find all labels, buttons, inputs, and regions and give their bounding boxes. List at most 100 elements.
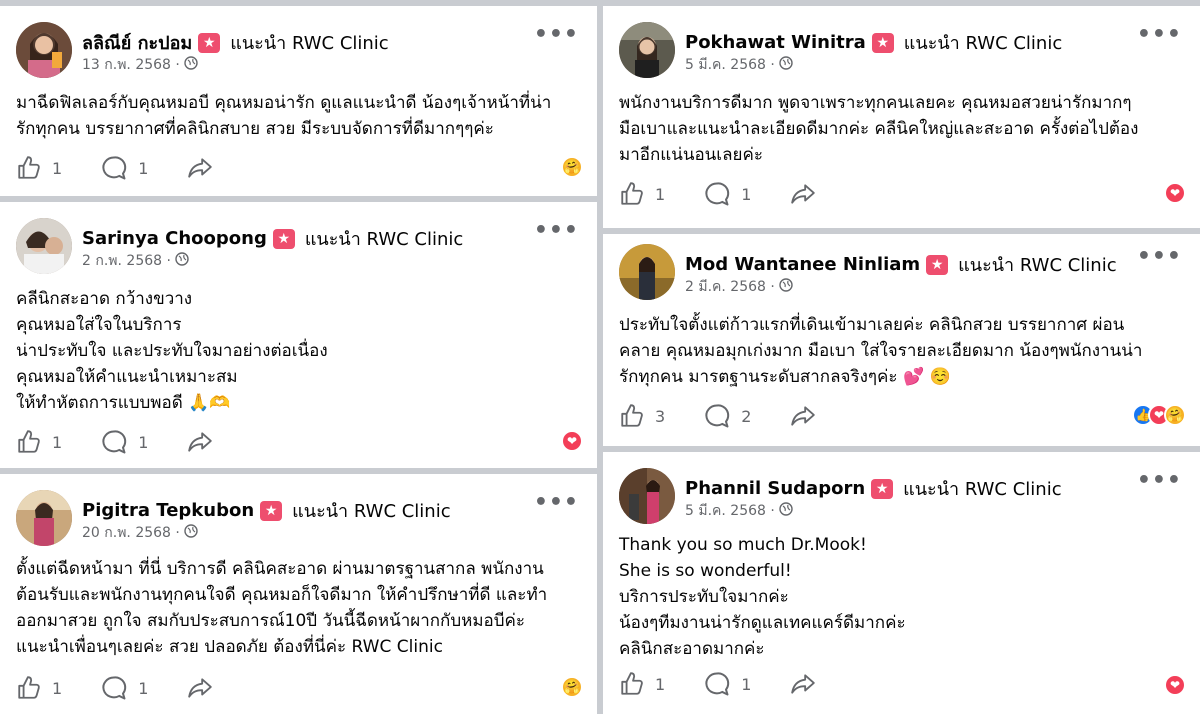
action-bar: 3 2: [619, 402, 855, 430]
share-button[interactable]: [789, 671, 817, 697]
recommend-label[interactable]: แนะนำ RWC Clinic: [958, 250, 1116, 279]
post-header: Mod Wantanee Ninliam ★ แนะนำ RWC Clinic: [685, 250, 1117, 279]
more-options-icon[interactable]: •••: [1137, 22, 1182, 47]
love-reaction-icon: ❤: [1164, 674, 1186, 696]
care-reaction-icon: 🤗: [561, 156, 583, 178]
more-options-icon[interactable]: •••: [534, 22, 579, 47]
avatar[interactable]: [619, 22, 675, 78]
post-date[interactable]: 2 มี.ค. 2568 ·: [685, 276, 775, 298]
comment-button[interactable]: 1: [703, 670, 751, 698]
author-name[interactable]: Pokhawat Winitra: [685, 32, 866, 53]
share-icon: [188, 678, 213, 698]
more-options-icon[interactable]: •••: [534, 490, 579, 515]
action-bar: 1 1: [16, 428, 252, 456]
avatar[interactable]: [619, 244, 675, 300]
reaction-summary[interactable]: 🤗: [561, 676, 583, 698]
author-name[interactable]: Sarinya Choopong: [82, 228, 267, 249]
like-count: 1: [52, 678, 63, 698]
more-options-icon[interactable]: •••: [1137, 244, 1182, 269]
avatar[interactable]: [16, 490, 72, 546]
like-button[interactable]: 1: [16, 429, 62, 455]
like-button[interactable]: 1: [16, 675, 62, 701]
thumbs-up-icon: [18, 676, 40, 699]
comment-icon: [705, 672, 730, 696]
comment-count: 1: [741, 674, 752, 694]
globe-icon: [184, 56, 198, 74]
comment-count: 1: [138, 678, 149, 698]
post-header: Pokhawat Winitra ★ แนะนำ RWC Clinic: [685, 28, 1062, 57]
post-header: Sarinya Choopong ★ แนะนำ RWC Clinic: [82, 224, 463, 253]
post-date[interactable]: 5 มี.ค. 2568 ·: [685, 54, 775, 76]
avatar[interactable]: [619, 468, 675, 524]
post-header: Phannil Sudaporn ★ แนะนำ RWC Clinic: [685, 474, 1062, 503]
more-options-icon[interactable]: •••: [1137, 468, 1182, 493]
globe-icon: [779, 56, 793, 74]
love-reaction-icon: ❤: [561, 430, 583, 452]
review-card: ลลิณีย์ กะปอม ★ แนะนำ RWC Clinic 13 ก.พ.…: [0, 6, 597, 196]
recommend-label[interactable]: แนะนำ RWC Clinic: [305, 224, 463, 253]
post-date[interactable]: 13 ก.พ. 2568 ·: [82, 54, 180, 76]
share-button[interactable]: [789, 181, 817, 207]
action-bar: 1 1: [16, 154, 252, 182]
share-icon: [188, 158, 213, 178]
share-button[interactable]: [789, 403, 817, 429]
review-text: ตั้งแต่ฉีดหน้ามา ที่นี่ บริการดี คลินิคส…: [16, 559, 548, 657]
recommend-badge-icon: ★: [871, 478, 894, 499]
post-meta: 5 มี.ค. 2568 ·: [685, 54, 793, 76]
recommend-label[interactable]: แนะนำ RWC Clinic: [904, 28, 1062, 57]
recommend-label[interactable]: แนะนำ RWC Clinic: [292, 496, 450, 525]
post-date[interactable]: 5 มี.ค. 2568 ·: [685, 500, 775, 522]
comment-button[interactable]: 1: [703, 180, 751, 208]
review-card: Phannil Sudaporn ★ แนะนำ RWC Clinic 5 มี…: [603, 452, 1200, 714]
post-header: ลลิณีย์ กะปอม ★ แนะนำ RWC Clinic: [82, 28, 389, 57]
like-button[interactable]: 3: [619, 403, 665, 429]
comment-button[interactable]: 1: [100, 154, 148, 182]
like-count: 1: [655, 674, 666, 694]
reaction-summary[interactable]: 👍 ❤ 🤗: [1132, 404, 1186, 426]
review-card: Pokhawat Winitra ★ แนะนำ RWC Clinic 5 มี…: [603, 6, 1200, 228]
share-icon: [791, 406, 816, 426]
share-icon: [791, 674, 816, 694]
share-button[interactable]: [186, 429, 214, 455]
like-button[interactable]: 1: [619, 671, 665, 697]
action-bar: 1 1: [16, 674, 252, 702]
recommend-label[interactable]: แนะนำ RWC Clinic: [903, 474, 1061, 503]
recommend-badge-icon: ★: [260, 500, 283, 521]
comment-button[interactable]: 1: [100, 428, 148, 456]
post-meta: 5 มี.ค. 2568 ·: [685, 500, 793, 522]
thumbs-up-icon: [18, 430, 40, 453]
reaction-summary[interactable]: ❤: [1164, 674, 1186, 696]
comment-count: 1: [741, 184, 752, 204]
share-button[interactable]: [186, 155, 214, 181]
recommend-badge-icon: ★: [272, 228, 295, 249]
author-name[interactable]: ลลิณีย์ กะปอม: [82, 28, 192, 57]
share-icon: [188, 432, 213, 452]
reaction-summary[interactable]: 🤗: [561, 156, 583, 178]
reaction-summary[interactable]: ❤: [561, 430, 583, 452]
avatar[interactable]: [16, 218, 72, 274]
post-date[interactable]: 2 ก.พ. 2568 ·: [82, 250, 171, 272]
author-name[interactable]: Mod Wantanee Ninliam: [685, 254, 920, 275]
comment-button[interactable]: 2: [703, 402, 751, 430]
love-reaction-icon: ❤: [1164, 182, 1186, 204]
comment-button[interactable]: 1: [100, 674, 148, 702]
like-button[interactable]: 1: [16, 155, 62, 181]
recommend-label[interactable]: แนะนำ RWC Clinic: [230, 28, 388, 57]
post-date[interactable]: 20 ก.พ. 2568 ·: [82, 522, 180, 544]
like-count: 1: [52, 432, 63, 452]
thumbs-up-icon: [621, 672, 643, 695]
review-card: Pigitra Tepkubon ★ แนะนำ RWC Clinic 20 ก…: [0, 474, 597, 714]
globe-icon: [779, 502, 793, 520]
review-text: มาฉีดฟิลเลอร์กับคุณหมอบี คุณหมอน่ารัก ดู…: [16, 93, 552, 139]
avatar[interactable]: [16, 22, 72, 78]
review-text: พนักงานบริการดีมาก พูดจาเพราะทุกคนเลยคะ …: [619, 93, 1139, 165]
author-name[interactable]: Phannil Sudaporn: [685, 478, 865, 499]
recommend-badge-icon: ★: [198, 32, 221, 53]
reaction-summary[interactable]: ❤: [1164, 182, 1186, 204]
comment-icon: [102, 430, 127, 454]
post-meta: 2 ก.พ. 2568 ·: [82, 250, 189, 272]
share-button[interactable]: [186, 675, 214, 701]
author-name[interactable]: Pigitra Tepkubon: [82, 500, 254, 521]
more-options-icon[interactable]: •••: [534, 218, 579, 243]
like-button[interactable]: 1: [619, 181, 665, 207]
